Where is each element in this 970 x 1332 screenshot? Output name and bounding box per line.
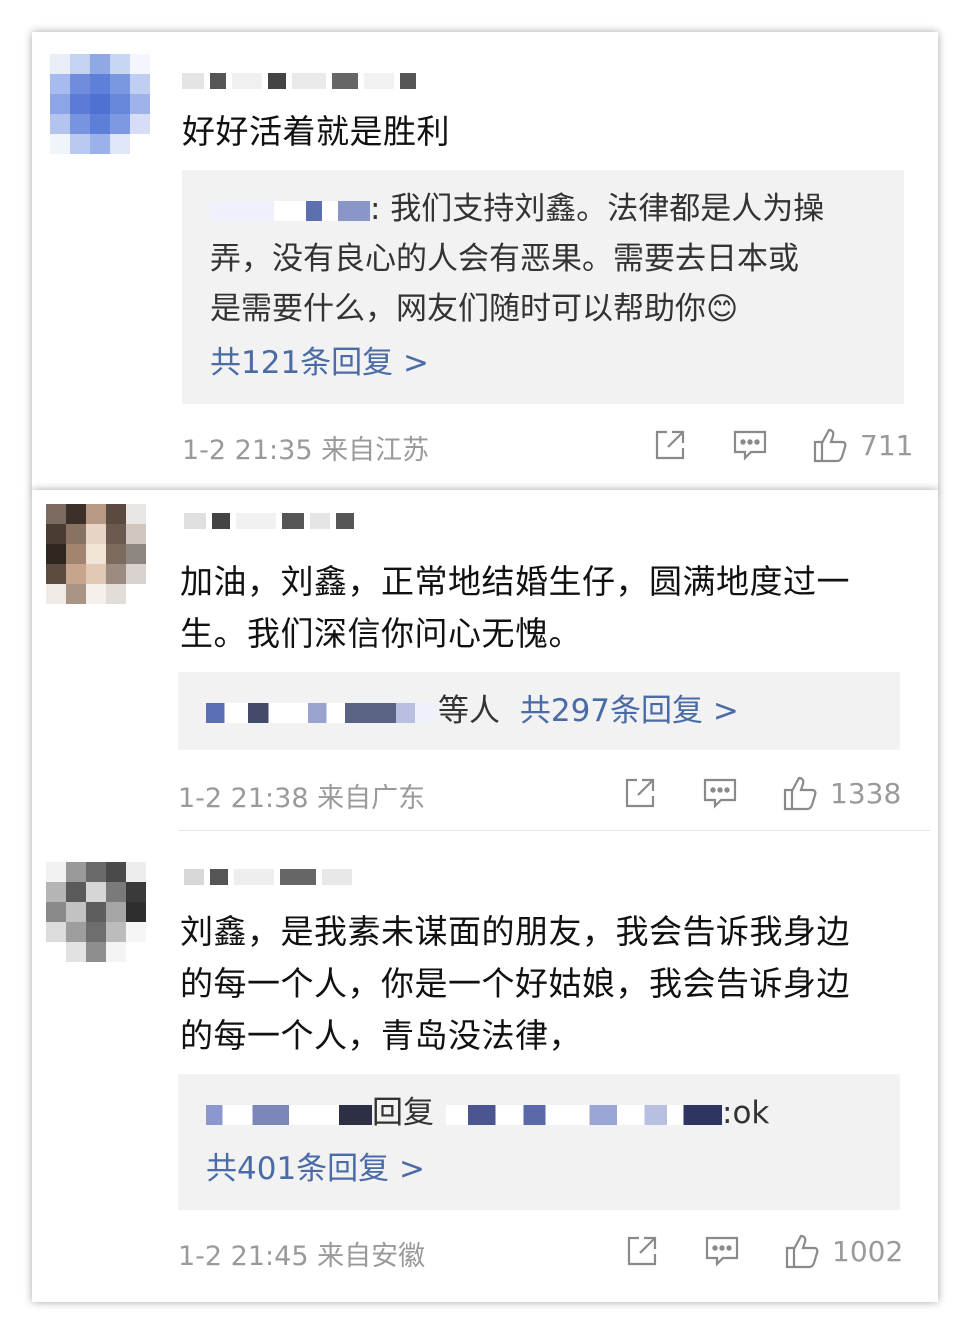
reply-preview[interactable]: 等人 共297条回复 > [178,672,900,750]
like-button[interactable]: 1338 [782,774,901,812]
location: 来自江苏 [321,435,430,466]
comment-card-2: 加油，刘鑫，正常地结婚生仔，圆满地度过一 生。我们深信你问心无愧。 等人 共29… [32,490,938,1302]
username-blurred[interactable] [182,70,416,92]
avatar[interactable] [46,862,146,962]
like-count: 1338 [830,776,902,810]
reply-preview[interactable]: : 我们支持刘鑫。法律都是人为操 弄，没有良心的人会有恶果。需要去日本或 是需要… [182,170,904,404]
comment-actions: 1338 [622,774,901,812]
view-replies-link[interactable]: 共401条回复 > [206,1144,896,1194]
like-button[interactable]: 711 [812,426,913,464]
smile-emoji-icon: 😊 [706,291,739,327]
avatar[interactable] [46,504,146,604]
reply-line: : 我们支持刘鑫。法律都是人为操 [210,184,890,234]
reply-line: 弄，没有良心的人会有恶果。需要去日本或 [210,241,799,277]
comment-card-1: 好好活着就是胜利 : 我们支持刘鑫。法律都是人为操 弄，没有良心的人会有恶果。需… [32,32,938,492]
comment-actions: 711 [652,426,913,464]
reply-line: 回复:ok [206,1088,896,1138]
comment-text: 加油，刘鑫，正常地结婚生仔，圆满地度过一 生。我们深信你问心无愧。 [180,562,850,653]
timestamp: 1-2 21:45 [178,1241,309,1272]
comment-meta: 1-2 21:35 来自江苏 [182,428,429,467]
comment-icon[interactable] [704,1233,740,1269]
like-count: 711 [860,428,914,462]
avatar[interactable] [50,54,150,154]
thumbs-up-icon [783,776,817,811]
comment-meta: 1-2 21:45 来自安徽 [178,1234,425,1273]
reply-author-blurred [206,1104,372,1125]
reply-preview[interactable]: 回复:ok 共401条回复 > [178,1074,900,1210]
comment-actions: 1002 [624,1232,903,1270]
comment-icon[interactable] [732,427,768,463]
comment-meta: 1-2 21:38 来自广东 [178,776,425,815]
divider [178,830,930,831]
share-icon[interactable] [622,775,658,811]
location: 来自广东 [317,783,426,814]
location: 来自安徽 [317,1241,426,1272]
timestamp: 1-2 21:35 [182,435,313,466]
view-replies-link[interactable]: 共297条回复 > [520,693,739,729]
reply-target-blurred [446,1104,722,1125]
view-replies-link[interactable]: 共121条回复 > [210,338,890,388]
username-blurred[interactable] [184,866,352,888]
thumbs-up-icon [785,1234,819,1269]
reply-line: 是需要什么，网友们随时可以帮助你😊 [210,291,739,327]
reply-author-blurred [210,200,370,221]
username-blurred[interactable] [184,510,354,532]
like-count: 1002 [832,1234,904,1268]
like-button[interactable]: 1002 [784,1232,903,1270]
comment-text: 刘鑫，是我素未谋面的朋友，我会告诉我身边 的每一个人，你是一个好姑娘，我会告诉身… [180,912,850,1055]
comment-text: 好好活着就是胜利 [182,112,450,151]
thumbs-up-icon [813,428,847,463]
comment-icon[interactable] [702,775,738,811]
share-icon[interactable] [652,427,688,463]
reply-authors-blurred [206,702,438,723]
share-icon[interactable] [624,1233,660,1269]
timestamp: 1-2 21:38 [178,783,309,814]
